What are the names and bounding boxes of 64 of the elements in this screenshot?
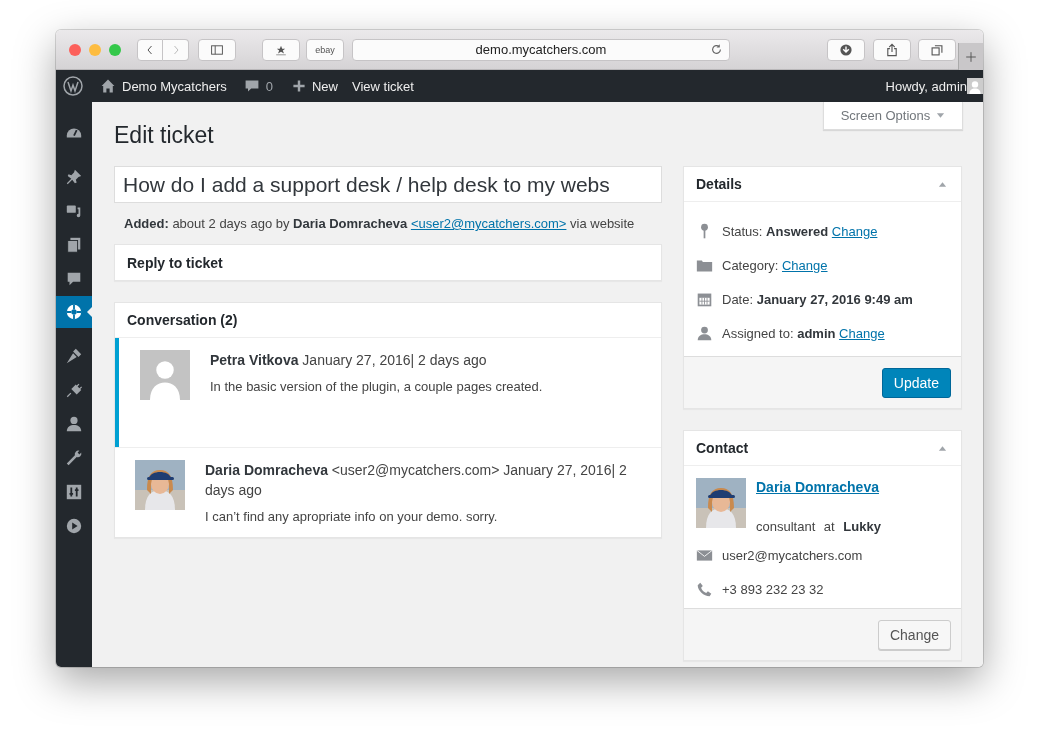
panel-title[interactable]: Reply to ticket [115, 245, 661, 280]
lifebuoy-icon [65, 303, 83, 321]
sidebar-icon [209, 43, 225, 56]
tabs-button[interactable] [918, 38, 956, 61]
message-heading: Daria Domracheva <user2@mycatchers.com> January 27, 2016| 2 days ago [205, 461, 628, 500]
email-link[interactable]: <user2@mycatchers.com> [410, 216, 567, 231]
share-icon [885, 42, 899, 57]
download-icon [839, 42, 853, 57]
menu-item[interactable] [56, 296, 92, 328]
home-icon [100, 78, 116, 94]
reload-icon [710, 43, 723, 56]
message-text: In the basic version of the plugin, a couple pages created. [210, 378, 543, 395]
pin-icon [65, 168, 83, 186]
panel-title: Conversation (2) [115, 303, 661, 338]
contact-name-link[interactable]: Daria Domracheva [756, 479, 879, 495]
ticket-meta: Added: about 2 days ago by Daria Domracheva <user2@mycatchers.com> via website [124, 216, 636, 231]
dropdown-icon [936, 111, 946, 120]
contact-email: user2@mycatchers.com [722, 547, 863, 563]
wrench-icon [65, 449, 83, 467]
share-button[interactable] [873, 38, 911, 61]
sliders-icon [65, 483, 83, 501]
user-icon [65, 415, 83, 433]
comment-icon [243, 78, 260, 94]
site-name-link[interactable]: Demo Mycatchers [122, 78, 227, 94]
back-icon [145, 43, 155, 56]
page-title: Edit ticket [114, 122, 214, 150]
tabs-icon [930, 42, 944, 57]
detail-text: Assigned to: admin Change [722, 325, 885, 341]
address-bar[interactable]: demo.mycatchers.com [352, 38, 730, 61]
view-ticket-link[interactable]: View ticket [352, 78, 414, 94]
plug-icon [65, 381, 83, 399]
brush-icon [65, 347, 83, 365]
message-heading: Petra Vitkova January 27, 2016| 2 days ago [210, 351, 488, 370]
pages-icon [65, 236, 83, 254]
bookmark-button[interactable]: ebay [306, 38, 344, 61]
avatar-icon [967, 78, 983, 94]
panel-title: Contact [696, 440, 749, 456]
bookmarks-button[interactable] [262, 38, 300, 61]
detail-text: Status: Answered Change [722, 223, 878, 239]
phone-icon [696, 580, 713, 598]
new-link[interactable]: New [312, 78, 338, 94]
detail-text: Date: January 27, 2016 9:49 am [722, 291, 913, 307]
change-link[interactable]: Change [831, 223, 878, 239]
message-text: I can’t find any apropriate info on your demo. sorry. [205, 508, 499, 525]
contact-phone: +3 893 232 23 32 [722, 581, 824, 597]
plus-icon [965, 50, 977, 63]
change-button[interactable]: Change [877, 620, 951, 650]
user-icon [696, 324, 713, 342]
play-icon [65, 517, 83, 535]
user-greeting[interactable]: Howdy, admin [885, 78, 967, 94]
contact-role: consultant at Lukky [756, 519, 882, 534]
wordpress-logo-icon[interactable] [63, 76, 83, 96]
title-field[interactable]: How do I add a support desk / help desk to my webs [114, 166, 662, 203]
detail-text: Category: Change [722, 257, 828, 273]
update-button[interactable]: Update [881, 368, 951, 398]
screen-options-button[interactable]: Screen Options [823, 102, 963, 130]
change-link[interactable]: Change [839, 325, 885, 341]
change-link[interactable]: Change [782, 257, 828, 273]
downloads-button[interactable] [827, 38, 865, 61]
panel-title: Details [696, 176, 742, 192]
sidebar-button[interactable] [198, 38, 236, 61]
avatar-icon [140, 350, 190, 400]
plus-icon [292, 79, 306, 93]
comment-count[interactable]: 0 [265, 78, 273, 94]
